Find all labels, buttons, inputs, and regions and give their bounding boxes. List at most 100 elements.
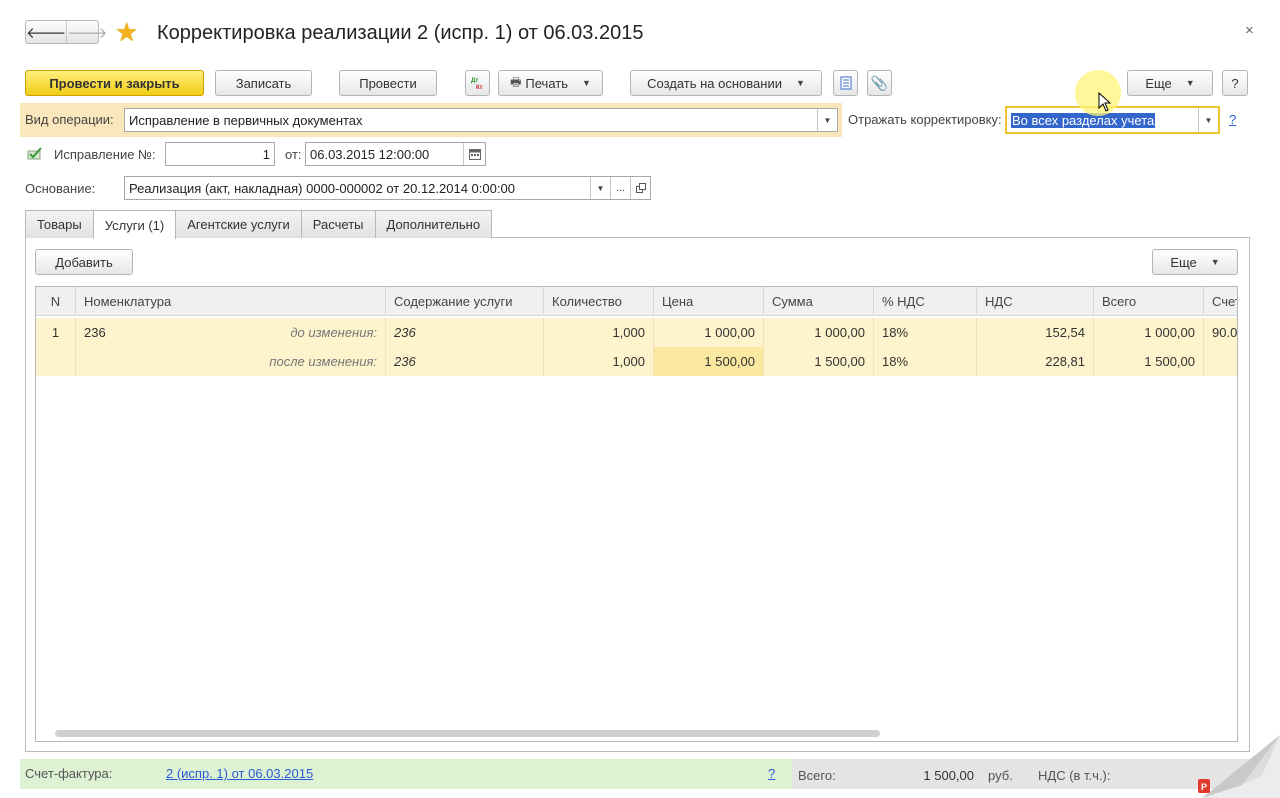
printer-icon: 🖶 bbox=[510, 74, 522, 89]
chevron-down-icon: ▼ bbox=[1185, 78, 1195, 88]
tab-services[interactable]: Услуги (1) bbox=[92, 210, 177, 239]
svg-text:Дт: Дт bbox=[471, 78, 478, 84]
cell-account: 90.0 bbox=[1204, 318, 1237, 347]
forward-button[interactable]: 🡒 bbox=[66, 21, 107, 43]
basis-select[interactable]: Реализация (акт, накладная) 0000-000002 … bbox=[124, 176, 651, 200]
chevron-down-icon: ▼ bbox=[795, 78, 805, 88]
invoice-link[interactable]: 2 (испр. 1) от 06.03.2015 bbox=[166, 766, 313, 781]
arrow-left-icon: 🡐 bbox=[26, 24, 67, 42]
services-table: N Номенклатура Содержание услуги Количес… bbox=[35, 286, 1238, 742]
cell-vat[interactable]: 228,81 bbox=[977, 347, 1094, 376]
tab-agent-services[interactable]: Агентские услуги bbox=[175, 210, 302, 238]
horizontal-scrollbar[interactable] bbox=[40, 729, 1235, 738]
tab-additional[interactable]: Дополнительно bbox=[374, 210, 493, 238]
column-header-quantity[interactable]: Количество bbox=[544, 287, 654, 315]
column-header-sum[interactable]: Сумма bbox=[764, 287, 874, 315]
favorite-star-icon[interactable]: ★ bbox=[115, 18, 138, 46]
correction-number-label: Исправление №: bbox=[54, 147, 156, 162]
print-button[interactable]: 🖶 Печать ▼ bbox=[498, 70, 603, 96]
basis-label: Основание: bbox=[25, 181, 96, 196]
back-button[interactable]: 🡐 bbox=[26, 21, 66, 43]
cell-price: 1 000,00 bbox=[654, 318, 764, 347]
correction-date-value: 06.03.2015 12:00:00 bbox=[310, 146, 430, 162]
vat-label: НДС (в т.ч.): bbox=[1038, 768, 1111, 783]
svg-text:Кт: Кт bbox=[476, 85, 483, 91]
chevron-down-icon[interactable]: ▼ bbox=[590, 177, 610, 199]
tab-goods[interactable]: Товары bbox=[25, 210, 94, 238]
table-header: N Номенклатура Содержание услуги Количес… bbox=[36, 287, 1237, 316]
invoice-help-link[interactable]: ? bbox=[768, 766, 775, 781]
column-header-nomenclature[interactable]: Номенклатура bbox=[76, 287, 236, 315]
table-row[interactable]: 1 236 до изменения: 236 1,000 1 000,00 1… bbox=[36, 318, 1237, 347]
column-header-account[interactable]: Счет bbox=[1204, 287, 1237, 315]
chevron-down-icon[interactable]: ▼ bbox=[817, 109, 837, 131]
tab-bar: Товары Услуги (1) Агентские услуги Расче… bbox=[25, 210, 493, 239]
save-button[interactable]: Записать bbox=[215, 70, 312, 96]
document-icon bbox=[840, 76, 851, 90]
create-based-on-button[interactable]: Создать на основании ▼ bbox=[630, 70, 822, 96]
total-label: Всего: bbox=[798, 768, 836, 783]
cell-vat-rate: 18% bbox=[874, 318, 977, 347]
column-header-price[interactable]: Цена bbox=[654, 287, 764, 315]
document-report-button[interactable] bbox=[833, 70, 858, 96]
correction-date-input[interactable]: 06.03.2015 12:00:00 bbox=[305, 142, 486, 166]
cell-nomenclature[interactable]: 236 bbox=[76, 318, 236, 347]
cell-price[interactable]: 1 500,00 bbox=[654, 347, 764, 376]
post-and-close-button[interactable]: Провести и закрыть bbox=[25, 70, 204, 96]
more-menu-button[interactable]: Еще ▼ bbox=[1127, 70, 1213, 96]
add-row-button[interactable]: Добавить bbox=[35, 249, 133, 275]
cell-n: 1 bbox=[36, 318, 76, 347]
attachments-button[interactable]: 📎 bbox=[867, 70, 892, 96]
mouse-cursor-icon bbox=[1098, 92, 1112, 112]
column-header-total[interactable]: Всего bbox=[1094, 287, 1204, 315]
check-icon bbox=[27, 147, 42, 160]
reflect-help-link[interactable]: ? bbox=[1229, 112, 1236, 127]
cell-vat: 152,54 bbox=[977, 318, 1094, 347]
help-button[interactable]: ? bbox=[1222, 70, 1248, 96]
cell-vat-rate[interactable]: 18% bbox=[874, 347, 977, 376]
dt-kt-icon: Дт Кт bbox=[471, 78, 483, 91]
column-header-vat[interactable]: НДС bbox=[977, 287, 1094, 315]
cell-quantity: 1,000 bbox=[544, 318, 654, 347]
cell-content[interactable]: 236 bbox=[386, 347, 544, 376]
correction-number-value: 1 bbox=[262, 146, 270, 162]
open-link-icon[interactable] bbox=[630, 177, 650, 199]
table-row[interactable]: после изменения: 236 1,000 1 500,00 1 50… bbox=[36, 347, 1237, 376]
calendar-icon[interactable] bbox=[463, 143, 485, 165]
print-label: Печать bbox=[525, 75, 568, 91]
reflect-correction-value: Во всех разделах учета bbox=[1011, 112, 1156, 128]
currency-label: руб. bbox=[988, 768, 1013, 783]
table-more-button[interactable]: Еще ▼ bbox=[1152, 249, 1238, 275]
basis-more-button[interactable]: ... bbox=[610, 177, 630, 199]
operation-label: Вид операции: bbox=[25, 112, 114, 127]
close-icon[interactable]: × bbox=[1245, 22, 1254, 39]
chevron-down-icon[interactable]: ▼ bbox=[1198, 108, 1218, 132]
reflect-label: Отражать корректировку: bbox=[848, 112, 1002, 127]
column-header-n[interactable]: N bbox=[36, 287, 76, 315]
cell-n bbox=[36, 347, 76, 376]
operation-type-select[interactable]: Исправление в первичных документах ▼ bbox=[124, 108, 838, 132]
cell-state: до изменения: bbox=[236, 318, 386, 347]
scrollbar-thumb[interactable] bbox=[55, 730, 880, 737]
correction-number-input[interactable]: 1 bbox=[165, 142, 275, 166]
column-header-vat-rate[interactable]: % НДС bbox=[874, 287, 977, 315]
invoice-bar: Счет-фактура: 2 (испр. 1) от 06.03.2015 … bbox=[20, 759, 792, 789]
dt-kt-button[interactable]: Дт Кт bbox=[465, 70, 490, 96]
svg-text:P: P bbox=[1201, 782, 1207, 792]
cell-content: 236 bbox=[386, 318, 544, 347]
arrow-right-icon: 🡒 bbox=[67, 24, 108, 42]
cell-quantity[interactable]: 1,000 bbox=[544, 347, 654, 376]
cell-nomenclature bbox=[76, 347, 236, 376]
more-label: Еще bbox=[1145, 75, 1172, 91]
cell-account[interactable] bbox=[1204, 347, 1237, 376]
post-button[interactable]: Провести bbox=[339, 70, 437, 96]
correction-checkbox[interactable] bbox=[27, 147, 43, 164]
table-more-label: Еще bbox=[1170, 254, 1197, 270]
cell-state: после изменения: bbox=[236, 347, 386, 376]
paperclip-icon: 📎 bbox=[870, 74, 889, 91]
cell-sum[interactable]: 1 500,00 bbox=[764, 347, 874, 376]
tab-settlements[interactable]: Расчеты bbox=[300, 210, 376, 238]
history-nav: 🡐 🡒 bbox=[25, 20, 107, 44]
column-header-state bbox=[236, 287, 386, 315]
column-header-content[interactable]: Содержание услуги bbox=[386, 287, 544, 315]
